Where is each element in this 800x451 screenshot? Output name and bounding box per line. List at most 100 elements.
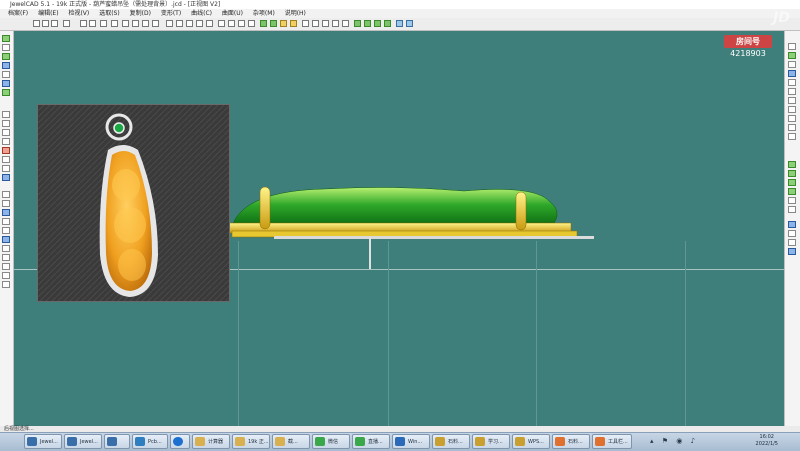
view-mode-button[interactable] — [248, 20, 255, 27]
view-tool-button[interactable] — [152, 20, 159, 27]
edit-tool-button[interactable] — [2, 245, 10, 252]
transform-tool-button[interactable] — [788, 88, 796, 95]
mesh-tool-button[interactable] — [788, 239, 796, 246]
select-tool-button[interactable] — [80, 20, 87, 27]
menu-misc[interactable]: 杂项(M) — [253, 9, 275, 18]
tray-icons[interactable]: ▴ ⚑ ◉ ♪ — [650, 437, 720, 447]
surface-tool-button[interactable] — [2, 165, 10, 172]
edit-tool-button[interactable] — [2, 209, 10, 216]
menu-edit[interactable]: 编辑(E) — [38, 9, 58, 18]
curve-tool-button[interactable] — [2, 44, 10, 51]
mesh-tool-button[interactable] — [788, 161, 796, 168]
taskbar-item[interactable] — [104, 434, 130, 449]
edit-tool-button[interactable] — [2, 191, 10, 198]
render-button[interactable] — [196, 20, 203, 27]
view-tool-button[interactable] — [100, 20, 107, 27]
arrow-tool-button[interactable] — [290, 20, 297, 27]
nav-button[interactable] — [354, 20, 361, 27]
render-button[interactable] — [206, 20, 213, 27]
transform-tool-button[interactable] — [788, 124, 796, 131]
nav-button[interactable] — [364, 20, 371, 27]
surface-tool-button[interactable] — [2, 138, 10, 145]
edit-tool-button[interactable] — [2, 200, 10, 207]
menu-file[interactable]: 档案(F) — [8, 9, 28, 18]
surface-tool-button[interactable] — [2, 120, 10, 127]
taskbar-item[interactable]: Win... — [392, 434, 430, 449]
zoom-button[interactable] — [332, 20, 339, 27]
mesh-tool-button[interactable] — [788, 221, 796, 228]
taskbar-item[interactable]: 学习... — [472, 434, 510, 449]
menu-help[interactable]: 说明(H) — [285, 9, 306, 18]
edit-tool-button[interactable] — [2, 263, 10, 270]
view-mode-button[interactable] — [238, 20, 245, 27]
edit-tool-button[interactable] — [2, 272, 10, 279]
nav-button[interactable] — [384, 20, 391, 27]
transform-tool-button[interactable] — [788, 79, 796, 86]
taskbar-item[interactable]: 19k 正... — [232, 434, 270, 449]
menu-surface[interactable]: 曲面(U) — [222, 9, 243, 18]
nav-button[interactable] — [374, 20, 381, 27]
menu-view[interactable]: 检视(V) — [68, 9, 89, 18]
mesh-tool-button[interactable] — [788, 230, 796, 237]
render-button[interactable] — [166, 20, 173, 27]
mesh-tool-button[interactable] — [788, 179, 796, 186]
taskbar-item[interactable]: 直播... — [352, 434, 390, 449]
transform-tool-button[interactable] — [788, 97, 796, 104]
mesh-tool-button[interactable] — [788, 170, 796, 177]
curve-tool-button[interactable] — [2, 35, 10, 42]
edit-tool-button[interactable] — [2, 218, 10, 225]
transform-tool-button[interactable] — [788, 43, 796, 50]
edit-tool-button[interactable] — [2, 236, 10, 243]
view-tool-button[interactable] — [122, 20, 129, 27]
layer-button[interactable] — [406, 20, 413, 27]
view-tool-button[interactable] — [111, 20, 118, 27]
curve-tool-button[interactable] — [2, 80, 10, 87]
point-tool-button[interactable] — [89, 20, 96, 27]
view-tool-button[interactable] — [142, 20, 149, 27]
surface-tool-button[interactable] — [2, 111, 10, 118]
curve-tool-button[interactable] — [2, 71, 10, 78]
taskbar-item[interactable]: 石料... — [552, 434, 590, 449]
arrow-tool-button[interactable] — [270, 20, 277, 27]
open-file-button[interactable] — [42, 20, 49, 27]
mesh-tool-button[interactable] — [788, 206, 796, 213]
taskbar-item[interactable]: 截... — [272, 434, 310, 449]
zoom-button[interactable] — [342, 20, 349, 27]
transform-tool-button[interactable] — [788, 133, 796, 140]
render-button[interactable] — [186, 20, 193, 27]
surface-tool-button[interactable] — [2, 156, 10, 163]
transform-tool-button[interactable] — [788, 106, 796, 113]
taskbar-item[interactable]: Pcb... — [132, 434, 168, 449]
mesh-tool-button[interactable] — [788, 188, 796, 195]
taskbar-item[interactable]: Jewel... — [64, 434, 102, 449]
curve-tool-button[interactable] — [2, 62, 10, 69]
menu-transform[interactable]: 变形(T) — [161, 9, 181, 18]
layer-button[interactable] — [396, 20, 403, 27]
taskbar-item[interactable]: WPS... — [512, 434, 550, 449]
curve-tool-button[interactable] — [2, 53, 10, 60]
mesh-tool-button[interactable] — [788, 197, 796, 204]
arrow-tool-button[interactable] — [280, 20, 287, 27]
surface-tool-button[interactable] — [2, 129, 10, 136]
transform-tool-button[interactable] — [788, 61, 796, 68]
taskbar-item[interactable]: 石料... — [432, 434, 470, 449]
menu-curve[interactable]: 曲线(C) — [191, 9, 212, 18]
menu-copy[interactable]: 复制(D) — [130, 9, 151, 18]
render-button[interactable] — [176, 20, 183, 27]
zoom-button[interactable] — [302, 20, 309, 27]
mesh-tool-button[interactable] — [788, 248, 796, 255]
reference-image-panel[interactable]: ◦ ◻ ▫ ✕ — [37, 104, 230, 302]
transform-tool-button[interactable] — [788, 70, 796, 77]
view-mode-button[interactable] — [228, 20, 235, 27]
system-clock[interactable]: 16:02 2022/1/5 — [756, 434, 778, 448]
undo-button[interactable] — [63, 20, 70, 27]
zoom-button[interactable] — [312, 20, 319, 27]
taskbar-item[interactable]: 工具栏... — [592, 434, 632, 449]
view-mode-button[interactable] — [218, 20, 225, 27]
taskbar-item[interactable]: 微信 — [312, 434, 350, 449]
transform-tool-button[interactable] — [788, 115, 796, 122]
save-file-button[interactable] — [51, 20, 58, 27]
edit-tool-button[interactable] — [2, 227, 10, 234]
edit-tool-button[interactable] — [2, 254, 10, 261]
zoom-button[interactable] — [322, 20, 329, 27]
